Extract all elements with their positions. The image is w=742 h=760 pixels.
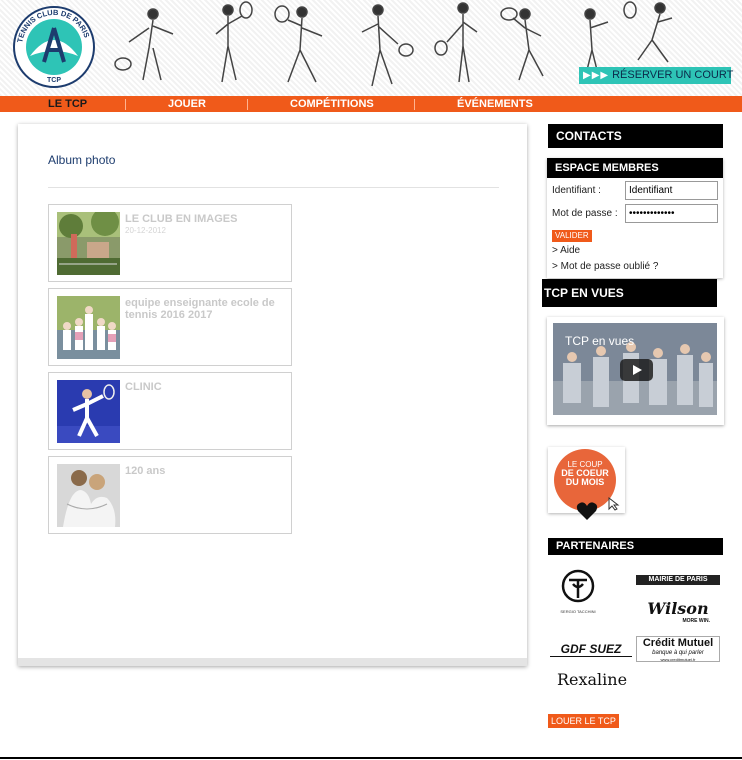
main-nav: LE TCP JOUER COMPÉTITIONS ÉVÉNEMENTS: [0, 96, 742, 112]
partner-sergio-tacchini[interactable]: SERGIO TACCHINI: [556, 568, 600, 614]
nav-divider: [125, 99, 126, 110]
album-date: 20-12-2012: [125, 226, 166, 235]
divider: [48, 187, 499, 188]
cursor-icon: [608, 497, 620, 511]
partners-heading: PARTENAIRES: [548, 538, 723, 555]
album-thumbnail: [57, 380, 120, 443]
video-player[interactable]: TCP en vues: [553, 323, 717, 415]
partner-mairie-de-paris[interactable]: MAIRIE DE PARIS: [636, 575, 720, 585]
album-panel: Album photo LE CLUB EN IMAGES 20-12-2012: [18, 124, 527, 666]
tacchini-label: SERGIO TACCHINI: [560, 609, 596, 614]
album-name: CLINIC: [125, 381, 162, 393]
play-icon[interactable]: [620, 359, 653, 381]
reserve-court-button[interactable]: ▶▶▶ RÉSERVER UN COURT: [579, 67, 734, 84]
members-title: ESPACE MEMBRES: [547, 158, 723, 178]
credit-mutuel-tagline: banque à qui parler: [652, 650, 704, 656]
coeur-line-3: DU MOIS: [565, 477, 605, 487]
album-card[interactable]: CLINIC: [48, 372, 292, 450]
nav-divider: [414, 99, 415, 110]
nav-item-jouer[interactable]: JOUER: [168, 96, 206, 112]
partner-gdf-suez[interactable]: GDF SUEZ: [550, 641, 632, 657]
credit-mutuel-url: www.creditmutuel.fr: [660, 657, 696, 662]
username-label: Identifiant :: [552, 185, 601, 196]
reserve-court-label: RÉSERVER UN COURT: [612, 69, 734, 81]
album-card[interactable]: 120 ans: [48, 456, 292, 534]
forgot-password-link[interactable]: > Mot de passe oublié ?: [552, 261, 658, 272]
nav-item-le-tcp[interactable]: LE TCP: [48, 96, 87, 112]
album-name: 120 ans: [125, 465, 166, 477]
logo-bottom-text: TCP: [47, 77, 61, 84]
play-arrows-icon: ▶▶▶: [583, 70, 610, 81]
tcp-en-vues-heading[interactable]: TCP EN VUES: [542, 279, 717, 307]
tcp-logo[interactable]: TENNIS CLUB DE PARIS TCP: [10, 6, 98, 88]
nav-item-evenements[interactable]: ÉVÉNEMENTS: [457, 96, 533, 112]
site-header: TENNIS CLUB DE PARIS TCP ▶▶▶ RÉSERVER UN …: [0, 0, 742, 96]
heart-icon: [576, 502, 598, 520]
members-login-box: ESPACE MEMBRES Identifiant : Mot de pass…: [547, 158, 723, 278]
partner-rexaline[interactable]: Rexaline: [556, 670, 628, 690]
page-title[interactable]: Album photo: [48, 153, 115, 167]
username-field[interactable]: [625, 181, 718, 200]
tacchini-logo-icon: [561, 569, 595, 603]
video-widget: TCP en vues: [547, 317, 724, 425]
nav-divider: [247, 99, 248, 110]
nav-item-competitions[interactable]: COMPÉTITIONS: [290, 96, 374, 112]
album-thumbnail: [57, 296, 120, 359]
password-field[interactable]: [625, 204, 718, 223]
partner-credit-mutuel[interactable]: Crédit Mutuel banque à qui parler www.cr…: [636, 636, 720, 662]
album-card[interactable]: equipe enseignante ecole de tennis 2016 …: [48, 288, 292, 366]
album-thumbnail: [57, 464, 120, 527]
rent-tcp-button[interactable]: LOUER LE TCP: [548, 714, 619, 728]
credit-mutuel-label: Crédit Mutuel: [642, 637, 714, 649]
album-name: equipe enseignante ecole de tennis 2016 …: [125, 297, 275, 321]
contacts-link[interactable]: CONTACTS: [548, 124, 723, 148]
album-name: LE CLUB EN IMAGES: [125, 213, 238, 225]
login-submit-button[interactable]: VALIDER: [552, 230, 592, 242]
footer-divider: [0, 757, 742, 759]
wilson-label: Wilson: [647, 599, 709, 618]
partner-wilson[interactable]: Wilson MORE WIN.: [636, 600, 720, 630]
coup-de-coeur-badge[interactable]: LE COUP DE COEUR DU MOIS: [548, 447, 625, 520]
album-card[interactable]: LE CLUB EN IMAGES 20-12-2012: [48, 204, 292, 282]
album-thumbnail: [57, 212, 120, 275]
wilson-tagline: MORE WIN.: [682, 618, 711, 624]
video-title: TCP en vues: [565, 334, 635, 348]
help-link[interactable]: > Aide: [552, 245, 580, 256]
password-label: Mot de passe :: [552, 208, 618, 219]
